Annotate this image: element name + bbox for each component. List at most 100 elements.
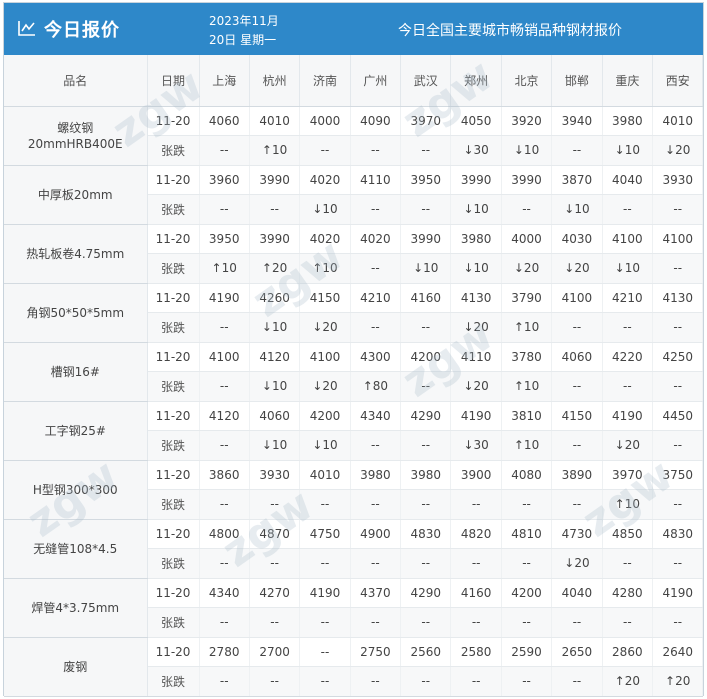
- row-date: 11-20: [147, 460, 200, 490]
- change-cell: --: [400, 548, 452, 579]
- change-cell: --: [249, 666, 301, 697]
- change-cell: --: [501, 489, 553, 520]
- price-cell: 3970: [400, 106, 452, 136]
- change-cell: --: [199, 312, 250, 343]
- change-cell: --: [199, 371, 250, 402]
- change-cell: --: [602, 371, 654, 402]
- change-cell: ↓30: [450, 430, 502, 461]
- change-cell: --: [400, 430, 452, 461]
- change-cell: ↑10: [602, 489, 654, 520]
- price-cell: 3980: [450, 224, 502, 254]
- row-date: 11-20: [147, 224, 200, 254]
- change-cell: --: [199, 135, 250, 166]
- change-cell: --: [350, 548, 402, 579]
- column-header-city: 重庆: [602, 55, 654, 107]
- price-cell: 4830: [652, 519, 704, 549]
- change-cell: --: [602, 548, 654, 579]
- price-cell: 4450: [652, 401, 704, 431]
- page-title: 今日报价: [44, 20, 120, 41]
- price-cell: 2860: [602, 637, 654, 667]
- change-cell: ↓10: [299, 430, 351, 461]
- change-cell: --: [199, 430, 250, 461]
- change-label: 张跌: [147, 430, 200, 461]
- price-cell: 3780: [501, 342, 553, 372]
- change-label: 张跌: [147, 548, 200, 579]
- change-cell: --: [299, 548, 351, 579]
- change-cell: --: [551, 489, 603, 520]
- price-cell: 4200: [299, 401, 351, 431]
- change-cell: --: [501, 548, 553, 579]
- change-label: 张跌: [147, 666, 200, 697]
- price-cell: 4040: [602, 165, 654, 195]
- change-label: 张跌: [147, 607, 200, 638]
- price-cell: 4340: [199, 578, 250, 608]
- change-cell: ↑10: [501, 371, 553, 402]
- change-cell: --: [602, 312, 654, 343]
- product-spec-line: 20mmHRB400E: [27, 136, 123, 151]
- price-cell: 4810: [501, 519, 553, 549]
- price-cell: 4030: [551, 224, 603, 254]
- table-row-price: 热轧板卷4.75mm 11-20 3950 3990 4020 4020 3990 3980 4…: [4, 224, 704, 284]
- change-cell: ↓10: [299, 194, 351, 225]
- product-name: 工字钢25#: [4, 401, 148, 461]
- price-cell: 4190: [602, 401, 654, 431]
- price-cell: 4200: [501, 578, 553, 608]
- change-cell: ↑10: [501, 312, 553, 343]
- price-cell: 4120: [199, 401, 250, 431]
- change-cell: --: [652, 253, 704, 284]
- change-label: 张跌: [147, 312, 200, 343]
- price-cell: 3890: [551, 460, 603, 490]
- price-cell: 4160: [450, 578, 502, 608]
- header-subtitle: 今日全国主要城市畅销品种钢材报价: [398, 23, 622, 39]
- price-cell: 2590: [501, 637, 553, 667]
- product-name: 中厚板20mm: [4, 165, 148, 225]
- price-cell: 4090: [350, 106, 402, 136]
- change-cell: --: [299, 666, 351, 697]
- price-cell: --: [299, 637, 351, 667]
- price-cell: 4750: [299, 519, 351, 549]
- price-cell: 3950: [199, 224, 250, 254]
- product-name: 角钢50*50*5mm: [4, 283, 148, 343]
- column-header-date: 日期: [147, 55, 200, 107]
- row-date: 11-20: [147, 519, 200, 549]
- price-cell: 2750: [350, 637, 402, 667]
- line-chart-icon: [18, 21, 35, 36]
- change-cell: --: [551, 666, 603, 697]
- product-name-line: 热轧板卷4.75mm: [26, 246, 125, 261]
- product-name: 废钢: [4, 637, 148, 697]
- price-cell: 3920: [501, 106, 553, 136]
- price-cell: 2700: [249, 637, 301, 667]
- product-name: 无缝管108*4.5: [4, 519, 148, 579]
- row-date: 11-20: [147, 401, 200, 431]
- price-cell: 4130: [450, 283, 502, 313]
- price-cell: 4100: [299, 342, 351, 372]
- table-row-price: 废钢 11-20 2780 2700 -- 2750 2560 2580 2590 2650 286…: [4, 637, 704, 697]
- product-name: 热轧板卷4.75mm: [4, 224, 148, 284]
- price-cell: 3860: [199, 460, 250, 490]
- product-name-line: 焊管4*3.75mm: [31, 600, 120, 615]
- price-cell: 4060: [249, 401, 301, 431]
- change-cell: ↑20: [602, 666, 654, 697]
- price-cell: 3940: [551, 106, 603, 136]
- change-cell: --: [199, 194, 250, 225]
- change-cell: --: [350, 607, 402, 638]
- change-cell: ↑20: [652, 666, 704, 697]
- change-cell: ↓20: [551, 548, 603, 579]
- change-cell: ↑10: [299, 253, 351, 284]
- price-cell: 4150: [551, 401, 603, 431]
- price-cell: 4020: [350, 224, 402, 254]
- change-cell: ↑10: [501, 430, 553, 461]
- change-cell: --: [551, 135, 603, 166]
- change-cell: --: [249, 548, 301, 579]
- price-cell: 3870: [551, 165, 603, 195]
- change-cell: --: [350, 312, 402, 343]
- column-header-city: 北京: [501, 55, 553, 107]
- change-cell: --: [249, 194, 301, 225]
- change-cell: --: [350, 135, 402, 166]
- price-cell: 4120: [249, 342, 301, 372]
- change-cell: --: [199, 489, 250, 520]
- change-cell: ↓10: [602, 253, 654, 284]
- date-line-2: 20日 星期一: [209, 33, 277, 47]
- price-cell: 4850: [602, 519, 654, 549]
- price-cell: 4010: [652, 106, 704, 136]
